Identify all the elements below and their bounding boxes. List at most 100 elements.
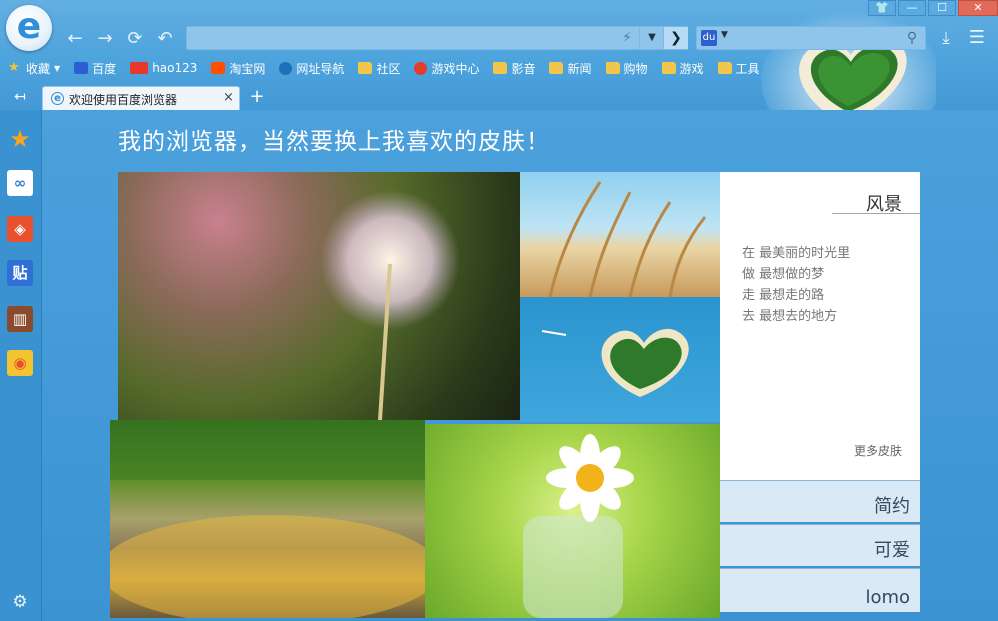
bookmark-navigation[interactable]: 网址导航 [279,60,344,77]
bookmark-label: 淘宝网 [229,61,266,76]
bookmark-label: 网址导航 [296,61,345,76]
folder-icon [605,62,620,74]
bookmark-label: 游戏中心 [431,61,480,76]
forward-button[interactable]: → [94,28,116,50]
new-tab-button[interactable]: + [246,86,268,108]
taobao-icon [211,62,226,74]
bookmark-folder-community[interactable]: 社区 [358,60,400,77]
bookmark-folder-tools[interactable]: 工具 [717,60,760,77]
bookmark-folder-media[interactable]: 影音 [493,60,535,77]
baidu-browser-logo[interactable]: e [6,5,52,51]
skin-category-label: 可爱 [874,540,910,561]
download-button[interactable]: ⤓ [934,26,958,50]
more-skins-link[interactable]: 更多皮肤 [854,442,902,459]
bookmark-folder-games[interactable]: 游戏 [661,60,704,77]
cloud-glyph: ∞ [13,174,27,192]
search-icon[interactable]: ⚲ [903,29,921,47]
bookmark-label: 百度 [92,61,117,76]
back-button[interactable]: ← [64,28,86,50]
bookmark-folder-news[interactable]: 新闻 [549,60,592,77]
collapse-sidebar-button[interactable]: ↤ [8,87,32,107]
tieba-glyph: 贴 [12,264,28,282]
close-window-button[interactable]: ✕ [958,0,998,16]
page-headline: 我的浏览器，当然要换上我喜欢的皮肤！ [118,129,550,155]
wheat-illustration [548,181,707,297]
bookmark-label: 游戏 [679,61,704,76]
bookmark-label: 新闻 [567,61,592,76]
search-input[interactable] [737,29,901,49]
skin-thumbnail-wheat[interactable] [520,172,720,297]
skin-category-cute[interactable]: 可爱 [720,524,920,566]
dandelion-illustration [320,190,460,420]
favorites-glyph: ★ [9,125,31,153]
bookmark-baidu[interactable]: 百度 [74,60,116,77]
folder-icon [717,62,732,74]
folder-icon [661,62,676,74]
maximize-button[interactable]: ☐ [928,0,956,16]
folder-icon [358,62,373,74]
weibo-glyph: ◉ [13,354,27,372]
reader-glyph: ▥ [12,310,28,328]
skin-category-simple[interactable]: 简约 [720,480,920,522]
chevron-down-icon: ▼ [54,63,61,73]
favorites-icon[interactable]: ★ [7,126,33,152]
tab-title: 欢迎使用百度浏览器 [69,93,178,107]
bookmark-label: 影音 [511,61,536,76]
bookmark-label: 工具 [735,61,760,76]
reader-icon[interactable]: ▥ [7,306,33,332]
app-glyph: ◈ [14,220,26,238]
baidu-paw-icon[interactable]: du [701,30,717,46]
poem-line: 做 最想做的梦 [742,267,825,282]
bookmark-game-center[interactable]: 游戏中心 [414,60,479,77]
close-tab-button[interactable]: × [223,90,234,105]
road-leaves-illustration [110,420,425,618]
address-bar: ⚡ ▼ ❯ [186,26,688,50]
poem-line: 在 最美丽的时光里 [742,246,851,261]
skin-category-lomo[interactable]: lomo [720,568,920,612]
app-center-icon[interactable]: ◈ [7,216,33,242]
search-bar: du ▼ ⚲ [696,26,926,50]
bookmark-label: hao123 [152,61,198,75]
game-center-icon [414,61,428,75]
poem-line: 去 最想去的地方 [742,309,838,324]
weibo-icon[interactable]: ◉ [7,350,33,376]
baidu-paw-icon [74,62,89,74]
folder-icon [493,62,508,74]
hao123-icon [130,62,149,74]
tieba-icon[interactable]: 贴 [7,260,33,286]
star-icon: ★ [8,60,20,75]
address-input[interactable] [191,29,615,49]
go-button[interactable]: ❯ [663,27,688,49]
bookmark-label: 收藏 [26,61,51,76]
minimize-button[interactable]: — [898,0,926,16]
logo-e-glyph: e [16,6,42,47]
skin-thumbnail-dandelion[interactable] [118,172,520,420]
navigation-icon [279,61,293,75]
address-dropdown-button[interactable]: ▼ [639,27,664,49]
baidu-browser-icon: e [51,92,64,105]
bookmark-favorites[interactable]: ★ 收藏 ▼ [8,60,60,77]
bookmark-folder-shopping[interactable]: 购物 [605,60,648,77]
baidu-cloud-icon[interactable]: ∞ [7,170,33,196]
skin-button[interactable]: 👕 [868,0,896,16]
bookmark-label: 购物 [623,61,648,76]
main-menu-button[interactable]: ☰ [964,26,990,50]
daisy-illustration [523,434,634,618]
settings-gear-icon[interactable]: ⚙ [10,592,30,612]
skin-thumbnail-road[interactable] [110,420,425,618]
bookmark-hao123[interactable]: hao123 [130,61,197,75]
heart-island-illustration [541,328,689,397]
bookmark-taobao[interactable]: 淘宝网 [211,60,265,77]
skin-category-label: 简约 [874,496,910,517]
skin-category-label: lomo [865,587,910,608]
refresh-button[interactable]: ⟳ [124,28,146,50]
sidebar: ★ ∞ ◈ 贴 ▥ ◉ [0,110,42,621]
skin-thumbnail-daisy[interactable] [425,424,720,618]
undo-close-button[interactable]: ↶ [154,28,176,50]
tab-welcome[interactable]: e 欢迎使用百度浏览器 × [42,86,240,110]
bookmarks-bar: ★ 收藏 ▼ 百度 hao123 淘宝网 网址导航 社区 游戏中心 影音 新闻 … [8,58,774,78]
skin-thumbnail-island[interactable] [520,297,720,422]
search-engine-dropdown[interactable]: ▼ [721,30,728,40]
bolt-icon[interactable]: ⚡ [617,28,637,48]
welcome-page: 我的浏览器，当然要换上我喜欢的皮肤！ 风景 在 最美丽的时光里 做 最想做的梦 … [42,110,998,621]
